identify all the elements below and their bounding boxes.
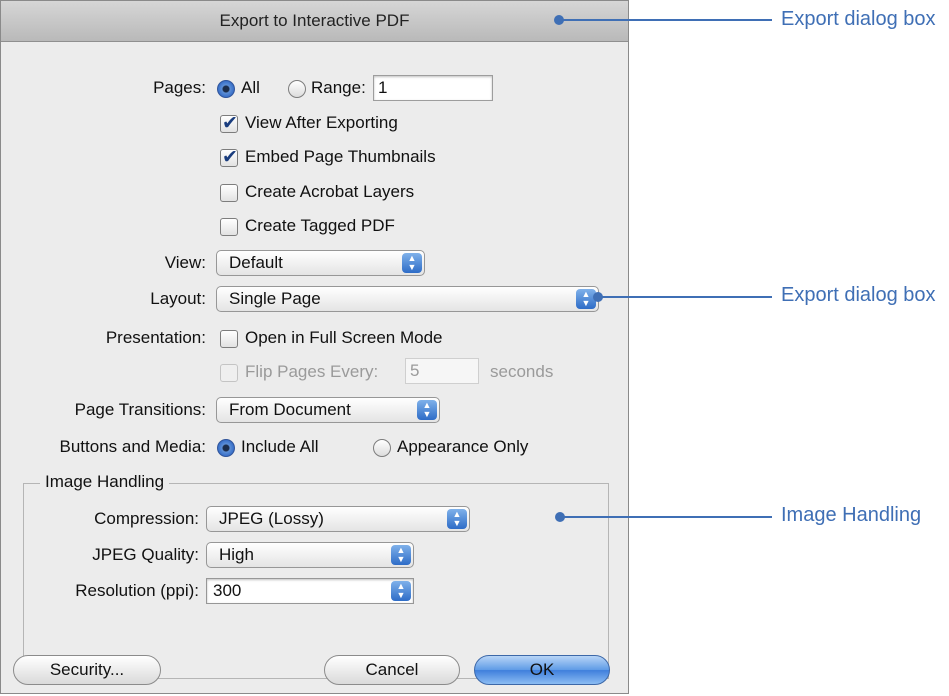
appearance-only-label[interactable]: Appearance Only bbox=[397, 437, 528, 457]
popup-arrows-icon: ▲ ▼ bbox=[417, 400, 437, 420]
pages-all-radio[interactable] bbox=[217, 80, 235, 98]
presentation-label: Presentation: bbox=[105, 328, 206, 347]
flip-seconds-input[interactable]: 5 bbox=[405, 358, 479, 384]
popup-arrows-icon: ▲ ▼ bbox=[391, 581, 411, 601]
popup-arrows-icon: ▲ ▼ bbox=[447, 509, 467, 529]
range-input[interactable]: 1 bbox=[373, 75, 493, 101]
image-handling-title: Image Handling bbox=[40, 472, 170, 492]
resolution-combo[interactable]: 300 ▲ ▼ bbox=[206, 578, 414, 604]
pages-range-label[interactable]: Range: bbox=[311, 78, 366, 98]
page-transitions-label: Page Transitions: bbox=[74, 400, 206, 419]
compression-select[interactable]: JPEG (Lossy) ▲ ▼ bbox=[206, 506, 470, 532]
layout-label: Layout: bbox=[150, 289, 206, 308]
pages-range-radio[interactable] bbox=[288, 80, 306, 98]
acrobat-layers-label[interactable]: Create Acrobat Layers bbox=[245, 182, 414, 202]
resolution-value[interactable]: 300 bbox=[213, 581, 241, 601]
view-select[interactable]: Default ▲ ▼ bbox=[216, 250, 425, 276]
jpeg-quality-select[interactable]: High ▲ ▼ bbox=[206, 542, 414, 568]
pages-all-label[interactable]: All bbox=[241, 78, 260, 98]
jpeg-quality-label: JPEG Quality: bbox=[92, 545, 199, 564]
acrobat-layers-checkbox[interactable] bbox=[220, 184, 238, 202]
annotation-line bbox=[563, 516, 772, 518]
view-after-exporting-label[interactable]: View After Exporting bbox=[245, 113, 398, 133]
appearance-only-radio[interactable] bbox=[373, 439, 391, 457]
flip-pages-checkbox[interactable] bbox=[220, 364, 238, 382]
export-dialog: Export to Interactive PDF Pages: All Ran… bbox=[0, 0, 629, 694]
annotation-export-dialog-2: Export dialog box bbox=[781, 284, 936, 306]
dialog-title: Export to Interactive PDF bbox=[1, 1, 628, 42]
layout-select-value: Single Page bbox=[229, 289, 321, 308]
page-transitions-value: From Document bbox=[229, 400, 351, 419]
buttons-media-label: Buttons and Media: bbox=[59, 437, 206, 456]
full-screen-checkbox[interactable] bbox=[220, 330, 238, 348]
page-transitions-select[interactable]: From Document ▲ ▼ bbox=[216, 397, 440, 423]
tagged-pdf-checkbox[interactable] bbox=[220, 218, 238, 236]
full-screen-label[interactable]: Open in Full Screen Mode bbox=[245, 328, 443, 348]
embed-thumbnails-checkbox[interactable] bbox=[220, 146, 238, 169]
seconds-label: seconds bbox=[490, 362, 554, 381]
compression-label: Compression: bbox=[94, 509, 199, 528]
resolution-label: Resolution (ppi): bbox=[75, 581, 199, 600]
popup-arrows-icon: ▲ ▼ bbox=[402, 253, 422, 273]
view-select-value: Default bbox=[229, 253, 283, 272]
flip-pages-label: Flip Pages Every: bbox=[245, 362, 379, 381]
tagged-pdf-label[interactable]: Create Tagged PDF bbox=[245, 216, 395, 236]
ok-button[interactable]: OK bbox=[474, 655, 610, 685]
compression-value: JPEG (Lossy) bbox=[219, 509, 324, 528]
pages-label: Pages: bbox=[153, 78, 206, 97]
annotation-export-dialog-1: Export dialog box bbox=[781, 8, 936, 30]
layout-select[interactable]: Single Page ▲ ▼ bbox=[216, 286, 599, 312]
view-after-exporting-checkbox[interactable] bbox=[220, 112, 238, 135]
view-label: View: bbox=[164, 253, 206, 272]
popup-arrows-icon: ▲ ▼ bbox=[391, 545, 411, 565]
jpeg-quality-value: High bbox=[219, 545, 254, 564]
embed-thumbnails-label[interactable]: Embed Page Thumbnails bbox=[245, 147, 436, 167]
security-button[interactable]: Security... bbox=[13, 655, 161, 685]
include-all-label[interactable]: Include All bbox=[241, 437, 319, 457]
include-all-radio[interactable] bbox=[217, 439, 235, 457]
annotation-line bbox=[562, 19, 772, 21]
annotation-line bbox=[601, 296, 772, 298]
annotation-image-handling: Image Handling bbox=[781, 504, 922, 526]
cancel-button[interactable]: Cancel bbox=[324, 655, 460, 685]
